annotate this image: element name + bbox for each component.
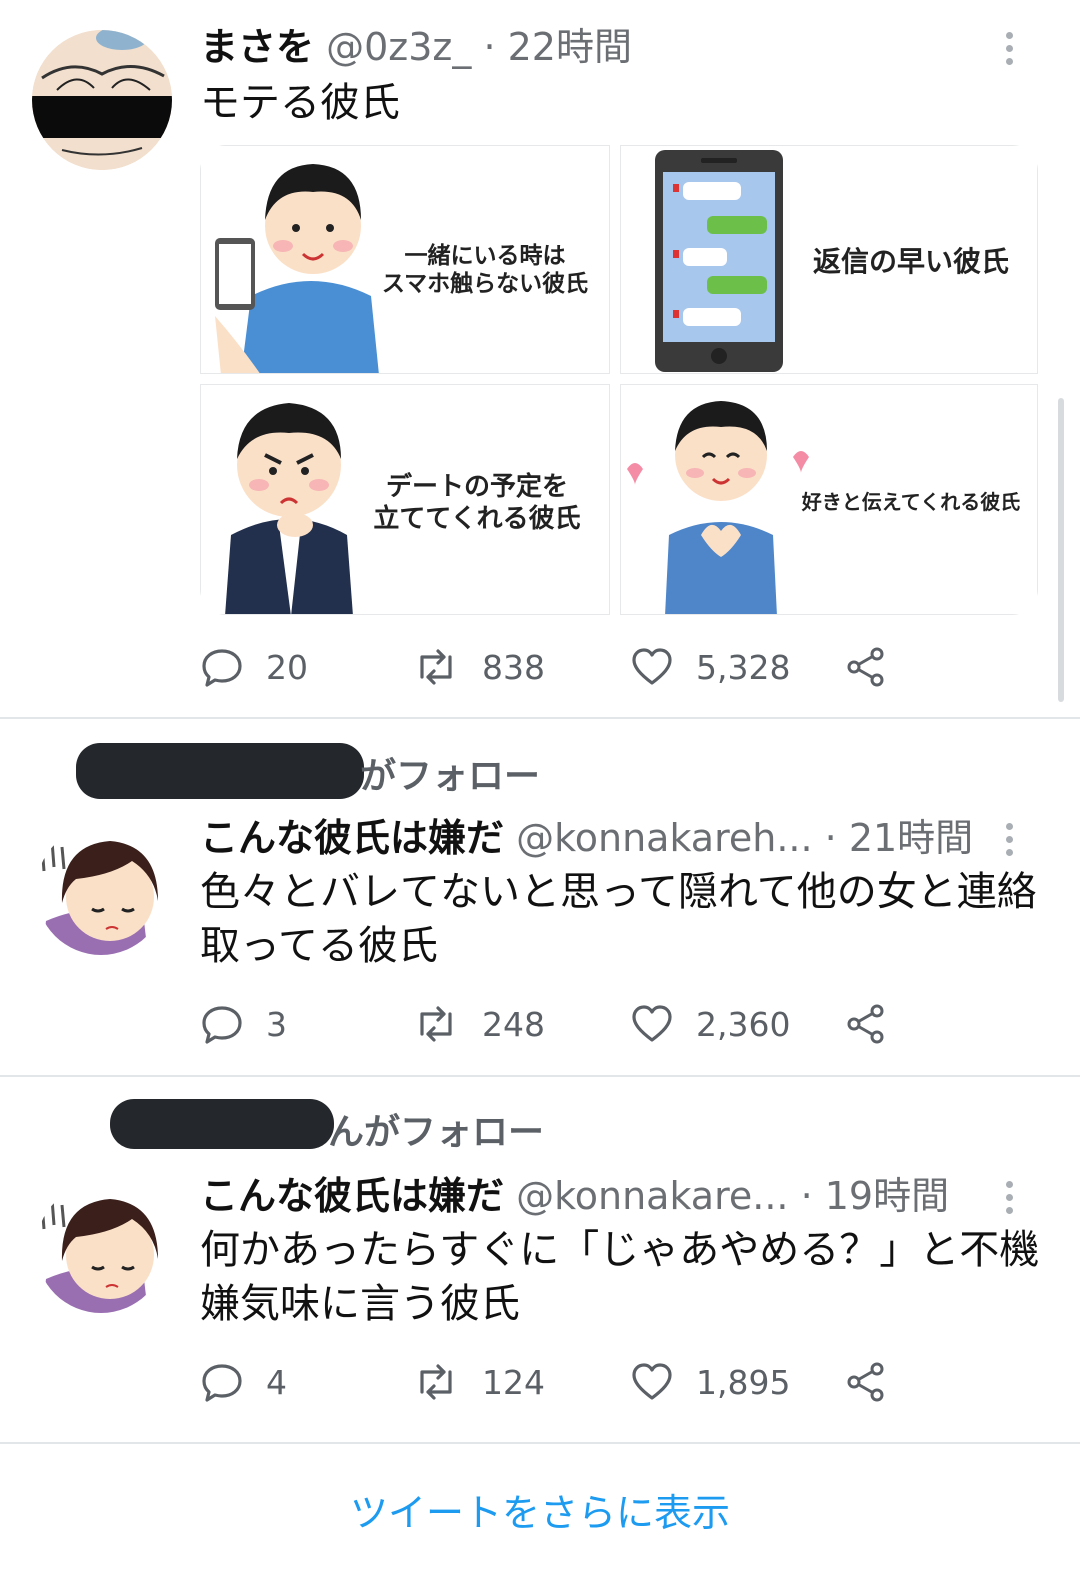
retweet-icon <box>420 649 452 685</box>
scrollbar[interactable] <box>1058 398 1064 702</box>
avatar[interactable] <box>36 1183 166 1313</box>
tweet-header: こんな彼氏は嫌だ @konnakareh... · 21時間 <box>200 815 973 861</box>
handle[interactable]: @konnakareh... <box>516 816 812 860</box>
handle[interactable]: @0z3z_ <box>326 25 471 69</box>
image-2[interactable]: 返信の早い彼氏 <box>620 145 1038 374</box>
retweet-icon <box>420 1364 452 1400</box>
tweet-header: まさを @0z3z_ · 22時間 <box>200 24 632 70</box>
reply-button[interactable]: 20 <box>200 642 308 692</box>
share-icon <box>847 1004 884 1044</box>
display-name[interactable]: まさを <box>200 25 314 69</box>
like-icon <box>632 648 672 685</box>
reply-button[interactable]: 3 <box>200 999 287 1049</box>
like-button[interactable]: 5,328 <box>630 642 790 692</box>
like-button[interactable]: 1,895 <box>630 1357 790 1407</box>
image-4[interactable]: 好きと伝えてくれる彼氏 <box>620 384 1038 615</box>
image-caption: 好きと伝えてくれる彼氏 <box>787 489 1035 515</box>
image-3[interactable]: デートの予定を 立ててくれる彼氏 <box>200 384 610 615</box>
reply-icon <box>202 1364 242 1402</box>
tweet-actions: 20 838 5,328 <box>200 642 920 692</box>
caption-line: 一緒にいる時は <box>404 242 566 269</box>
image-1[interactable]: 一緒にいる時は スマホ触らない彼氏 <box>200 145 610 374</box>
retweet-button[interactable]: 838 <box>412 642 545 692</box>
retweet-count: 248 <box>482 1004 545 1044</box>
like-icon <box>632 1005 672 1042</box>
tweet-actions: 4 124 1,895 <box>200 1357 920 1407</box>
tweet-text: 何かあったらすぐに「じゃあやめる？」と不機嫌気味に言う彼氏 <box>200 1227 1040 1327</box>
retweet-count: 838 <box>482 647 545 687</box>
followed-by-label: んがフォロー <box>328 1112 545 1153</box>
like-count: 5,328 <box>696 647 791 687</box>
timestamp[interactable]: · 19時間 <box>801 1174 950 1218</box>
followed-by-label: がフォロー <box>360 756 541 797</box>
more-icon[interactable] <box>1004 823 1014 862</box>
share-icon <box>847 647 884 687</box>
share-button[interactable] <box>844 1357 910 1407</box>
tweet-3[interactable]: んがフォロー こんな彼氏は嫌だ @konnakare... · 19時間 何かあ… <box>0 1077 1080 1442</box>
display-name[interactable]: こんな彼氏は嫌だ <box>200 1174 504 1218</box>
retweet-icon <box>420 1006 452 1042</box>
tweet-text: 色々とバレてないと思って隠れて他の女と連絡取ってる彼氏 <box>200 869 1037 969</box>
reply-button[interactable]: 4 <box>200 1357 287 1407</box>
retweet-button[interactable]: 124 <box>412 1357 545 1407</box>
timestamp[interactable]: · 21時間 <box>825 816 974 860</box>
tweet-text: モテる彼氏 <box>200 80 400 126</box>
more-icon[interactable] <box>1004 32 1014 71</box>
reply-count: 3 <box>266 1004 287 1044</box>
reply-count: 20 <box>266 647 308 687</box>
more-icon[interactable] <box>1004 1181 1014 1220</box>
display-name[interactable]: こんな彼氏は嫌だ <box>200 816 504 860</box>
share-button[interactable] <box>844 999 910 1049</box>
like-count: 2,360 <box>696 1004 791 1044</box>
like-count: 1,895 <box>696 1362 791 1402</box>
redacted-follower-name <box>76 743 364 799</box>
avatar[interactable] <box>36 825 166 955</box>
reply-count: 4 <box>266 1362 287 1402</box>
timestamp[interactable]: · 22時間 <box>483 25 632 69</box>
caption-line: スマホ触らない彼氏 <box>381 270 589 297</box>
image-caption: デートの予定を 立ててくれる彼氏 <box>349 471 605 535</box>
caption-line: 返信の早い彼氏 <box>812 245 1009 278</box>
caption-line: 好きと伝えてくれる彼氏 <box>801 490 1021 514</box>
like-icon <box>632 1363 672 1400</box>
image-caption: 返信の早い彼氏 <box>791 246 1031 278</box>
share-icon <box>847 1362 884 1402</box>
reply-icon <box>202 649 242 687</box>
reply-icon <box>202 1006 242 1044</box>
image-caption: 一緒にいる時は スマホ触らない彼氏 <box>365 242 605 298</box>
redacted-follower-name <box>110 1099 334 1149</box>
caption-line: デートの予定を <box>385 472 568 502</box>
like-button[interactable]: 2,360 <box>630 999 790 1049</box>
tweet-actions: 3 248 2,360 <box>200 999 920 1049</box>
retweet-button[interactable]: 248 <box>412 999 545 1049</box>
tweet-2[interactable]: がフォロー こんな彼氏は嫌だ @konnakareh... · 21時間 色々と… <box>0 719 1080 1075</box>
tweet-header: こんな彼氏は嫌だ @konnakare... · 19時間 <box>200 1173 949 1219</box>
tweet-1[interactable]: まさを @0z3z_ · 22時間 モテる彼氏 一緒にいる時は スマホ触らない彼… <box>0 0 1080 718</box>
avatar[interactable] <box>32 30 172 170</box>
caption-line: 立ててくれる彼氏 <box>373 504 581 534</box>
divider <box>0 1442 1080 1444</box>
share-button[interactable] <box>844 642 910 692</box>
retweet-count: 124 <box>482 1362 545 1402</box>
image-grid[interactable]: 一緒にいる時は スマホ触らない彼氏 返信の早い彼氏 デートの予定を 立ててくれる… <box>200 145 1038 615</box>
show-more-tweets-link[interactable]: ツイートをさらに表示 <box>0 1482 1080 1537</box>
handle[interactable]: @konnakare... <box>516 1174 788 1218</box>
